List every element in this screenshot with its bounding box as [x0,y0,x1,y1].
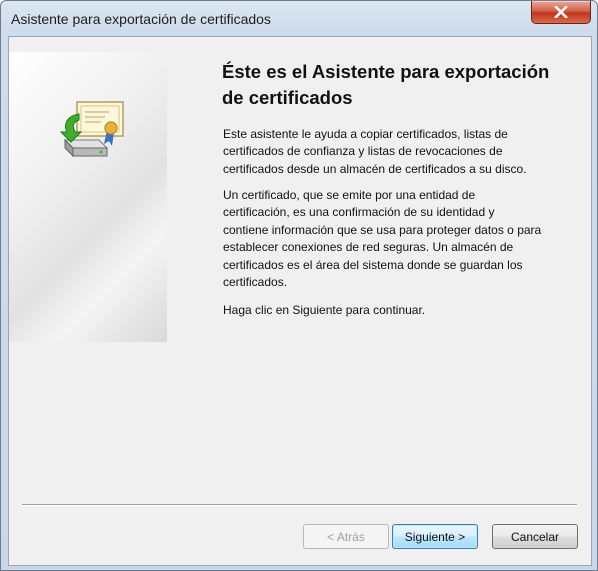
wizard-side-banner [9,52,167,342]
title-bar[interactable]: Asistente para exportación de certificad… [1,1,597,35]
close-icon [554,6,568,18]
wizard-content: Éste es el Asistente para exportación de… [8,36,592,566]
wizard-intro-text: Este asistente le ayuda a copiar certifi… [223,127,527,176]
next-button[interactable]: Siguiente > [392,524,478,549]
button-separator [22,504,577,506]
wizard-continue-text: Haga clic en Siguiente para continuar. [223,303,426,317]
back-button[interactable]: < Atrás [303,524,389,549]
wizard-window: Asistente para exportación de certificad… [0,0,598,571]
certificate-export-icon [59,101,124,158]
close-button[interactable] [531,1,591,24]
window-title: Asistente para exportación de certificad… [11,11,271,27]
cancel-button[interactable]: Cancelar [492,524,578,549]
wizard-heading: Éste es el Asistente para exportación de… [222,61,550,108]
wizard-description-text: Un certificado, que se emite por una ent… [223,188,542,290]
